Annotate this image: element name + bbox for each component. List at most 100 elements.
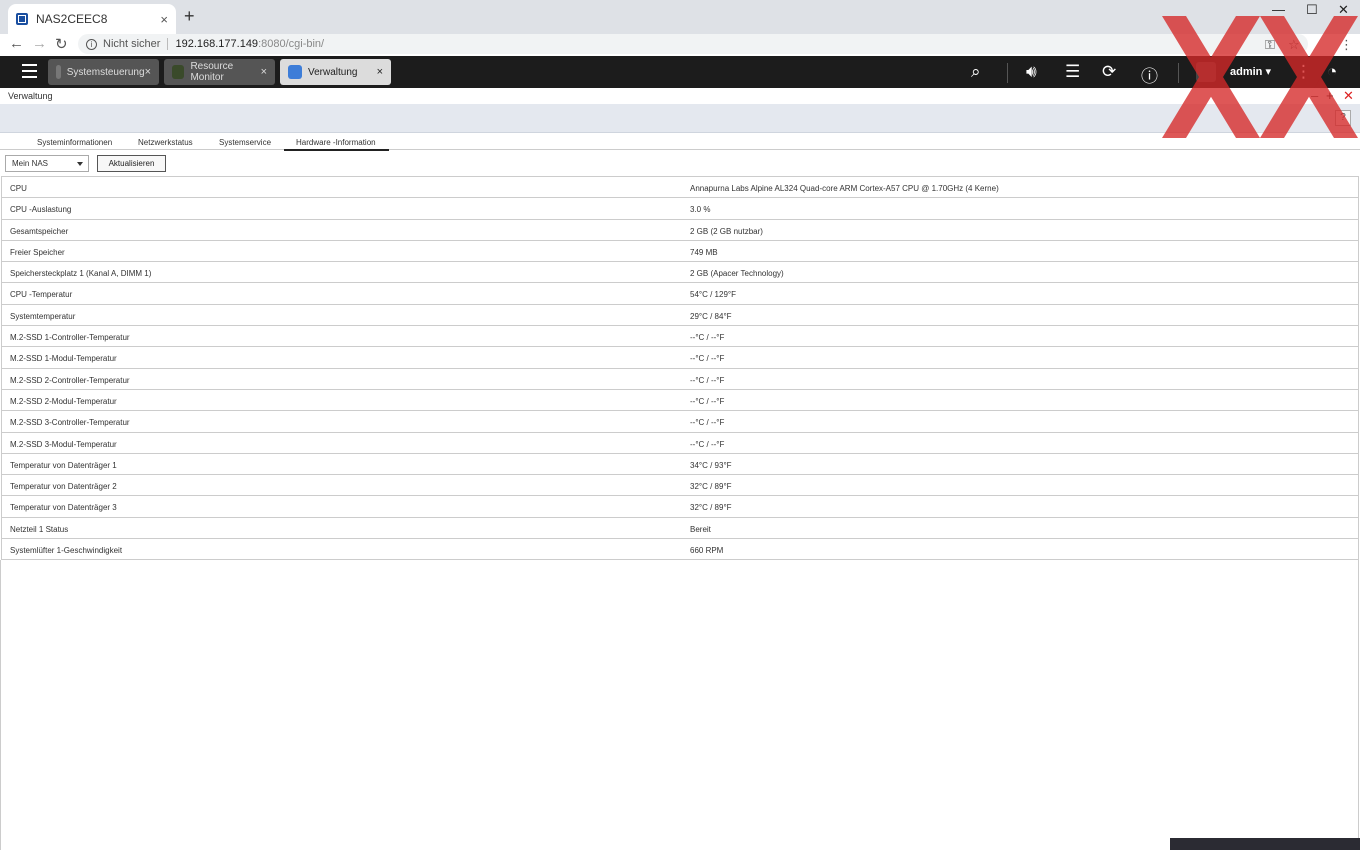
url-host: 192.168.177.149 — [175, 38, 259, 50]
table-row: Netzteil 1 Status Bereit — [2, 518, 1358, 540]
table-row: M.2-SSD 1-Controller-Temperatur --°C / --… — [2, 326, 1358, 348]
row-label: Systemtemperatur — [10, 311, 76, 321]
divider — [1007, 63, 1008, 83]
info-icon[interactable]: i — [86, 38, 97, 50]
refresh-button[interactable]: Aktualisieren — [97, 155, 166, 172]
row-label: Systemlüfter 1-Geschwindigkeit — [10, 546, 123, 556]
table-row: Temperatur von Datenträger 2 32°C / 89°F — [2, 475, 1358, 497]
bookmark-star-icon[interactable]: ☆ — [1288, 37, 1300, 53]
table-row: M.2-SSD 3-Controller-Temperatur --°C / --… — [2, 411, 1358, 433]
speaker-icon[interactable]: 🔊︎ — [1026, 62, 1037, 82]
tab-systeminformationen[interactable]: Systeminformationen — [37, 138, 112, 147]
chevron-down-icon — [77, 162, 83, 166]
search-icon[interactable]: ⌕ — [971, 62, 981, 82]
main-menu-icon[interactable] — [22, 64, 37, 78]
row-value: 3.0 % — [690, 205, 711, 215]
row-label: Netzteil 1 Status — [10, 524, 69, 534]
more-icon[interactable]: ⋮ — [1295, 62, 1312, 82]
row-value: 32°C / 89°F — [690, 482, 732, 492]
row-value: 749 MB — [690, 247, 718, 257]
table-row: Temperatur von Datenträger 3 32°C / 89°F — [2, 496, 1358, 518]
row-value: --°C / --°F — [690, 396, 725, 406]
minimize-icon[interactable]: – — [1311, 88, 1318, 103]
back-icon[interactable]: ← — [9, 35, 24, 52]
sub-tab-bar: Systeminformationen Netzwerkstatus Syste… — [0, 133, 1360, 151]
window-title: Verwaltung — [8, 91, 53, 101]
window-header-band — [0, 104, 1360, 133]
table-row: Freier Speicher 749 MB — [2, 241, 1358, 263]
close-window-icon[interactable]: ✕ — [1338, 2, 1349, 18]
window-left-edge — [0, 560, 1, 850]
tab-netzwerkstatus[interactable]: Netzwerkstatus — [138, 138, 193, 147]
app-tab-systemsteuerung[interactable]: Systemsteuerung × — [48, 59, 159, 85]
row-value: --°C / --°F — [690, 354, 725, 364]
device-select[interactable]: Mein NAS — [5, 155, 89, 172]
info-icon[interactable]: ⓘ — [1141, 62, 1158, 87]
taskbar-corner — [1170, 838, 1360, 850]
row-value: 2 GB (Apacer Technology) — [690, 269, 784, 279]
security-label: Nicht sicher — [103, 38, 161, 50]
row-label: CPU -Auslastung — [10, 205, 72, 215]
row-value: 32°C / 89°F — [690, 503, 732, 513]
row-label: M.2-SSD 1-Controller-Temperatur — [10, 333, 130, 343]
close-tab-icon[interactable]: × — [160, 12, 168, 27]
table-row: CPU -Auslastung 3.0 % — [2, 198, 1358, 220]
row-label: Gesamtspeicher — [10, 226, 69, 236]
close-app-tab-icon[interactable]: × — [377, 66, 383, 78]
app-tab-label: Resource Monitor — [190, 61, 234, 83]
row-label: M.2-SSD 3-Controller-Temperatur — [10, 418, 130, 428]
new-tab-icon[interactable]: + — [184, 6, 195, 27]
row-value: 2 GB (2 GB nutzbar) — [690, 226, 763, 236]
window-title-bar: Verwaltung – + ✕ — [0, 88, 1360, 104]
background-tasks-icon[interactable]: ☰ — [1065, 62, 1080, 82]
table-row: CPU -Temperatur 54°C / 129°F — [2, 283, 1358, 305]
close-app-tab-icon[interactable]: × — [261, 66, 267, 78]
url-field[interactable]: i Nicht sicher 192.168.177.149 :8080/cgi… — [78, 34, 1308, 54]
row-value: 34°C / 93°F — [690, 460, 732, 470]
row-value: 54°C / 129°F — [690, 290, 736, 300]
maximize-icon[interactable]: + — [1326, 88, 1334, 103]
row-label: CPU — [10, 184, 27, 193]
qts-top-bar: Systemsteuerung × Resource Monitor × Ver… — [0, 56, 1360, 88]
hardware-info-table: CPU Annapurna Labs Alpine AL324 Quad-core… — [1, 176, 1359, 561]
address-bar-row: ← → ↻ i Nicht sicher 192.168.177.149 :80… — [0, 34, 1360, 56]
app-tab-label: Systemsteuerung — [66, 66, 145, 78]
minimize-window-icon[interactable]: — — [1272, 2, 1285, 17]
tab-systemservice[interactable]: Systemservice — [219, 138, 271, 147]
avatar[interactable] — [1196, 62, 1216, 82]
row-value: --°C / --°F — [690, 375, 725, 385]
row-label: Speichersteckplatz 1 (Kanal A, DIMM 1) — [10, 269, 152, 279]
qnap-favicon-icon — [16, 13, 28, 25]
forward-icon[interactable]: → — [32, 35, 47, 52]
storage-manager-icon — [288, 65, 302, 79]
user-menu[interactable]: admin ▾ — [1230, 65, 1271, 78]
toolbar: Mein NAS Aktualisieren — [0, 150, 1360, 176]
reload-icon[interactable]: ↻ — [55, 35, 68, 53]
row-value: 660 RPM — [690, 546, 724, 556]
browser-menu-icon[interactable]: ⋮ — [1340, 37, 1353, 53]
table-row: CPU Annapurna Labs Alpine AL324 Quad-core… — [2, 177, 1358, 199]
browser-tab[interactable]: NAS2CEEC8 × — [8, 4, 176, 34]
row-label: M.2-SSD 2-Modul-Temperatur — [10, 396, 117, 406]
close-icon[interactable]: ✕ — [1343, 88, 1354, 104]
dashboard-icon[interactable]: ◔ — [1327, 62, 1337, 82]
maximize-window-icon[interactable]: ☐ — [1306, 2, 1318, 18]
table-row: M.2-SSD 2-Modul-Temperatur --°C / --°F — [2, 390, 1358, 412]
key-icon[interactable]: ⚿ — [1265, 37, 1275, 53]
help-icon[interactable]: ? — [1335, 110, 1351, 126]
row-value: --°C / --°F — [690, 418, 725, 428]
row-value: 29°C / 84°F — [690, 311, 732, 321]
app-tab-label: Verwaltung — [308, 66, 358, 78]
close-app-tab-icon[interactable]: × — [145, 66, 151, 78]
app-tab-resource-monitor[interactable]: Resource Monitor × — [164, 59, 275, 85]
row-label: CPU -Temperatur — [10, 290, 73, 300]
row-label: Temperatur von Datenträger 1 — [10, 460, 117, 470]
row-label: M.2-SSD 3-Modul-Temperatur — [10, 439, 117, 449]
url-path: :8080/cgi-bin/ — [258, 38, 325, 50]
sync-icon[interactable]: ⟳ — [1102, 62, 1116, 82]
monitor-icon — [172, 65, 185, 79]
row-label: Freier Speicher — [10, 247, 65, 257]
app-tab-verwaltung[interactable]: Verwaltung × — [280, 59, 391, 85]
url-separator — [167, 38, 169, 50]
window-right-edge — [1358, 560, 1359, 850]
